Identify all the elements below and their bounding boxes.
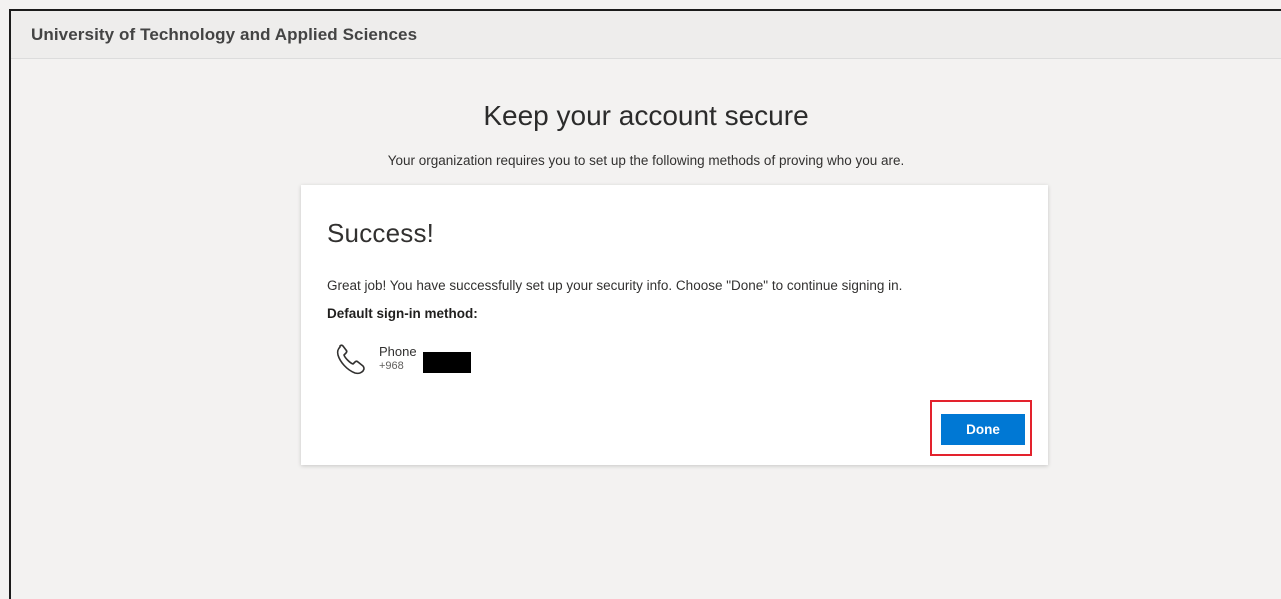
done-highlight-box: Done bbox=[930, 400, 1032, 456]
method-name: Phone bbox=[379, 344, 417, 359]
default-method-label: Default sign-in method: bbox=[327, 306, 478, 321]
organization-name: University of Technology and Applied Sci… bbox=[31, 24, 418, 44]
page-title: Keep your account secure bbox=[483, 100, 809, 131]
done-button[interactable]: Done bbox=[941, 414, 1025, 445]
success-card: Success! Great job! You have successfull… bbox=[301, 185, 1048, 465]
card-title: Success! bbox=[327, 218, 435, 248]
sign-in-method: Phone +968 bbox=[331, 340, 471, 380]
success-message: Great job! You have successfully set up … bbox=[327, 278, 903, 293]
redaction-block bbox=[423, 352, 471, 373]
page-subtitle: Your organization requires you to set up… bbox=[387, 153, 905, 168]
method-details: Phone +968 bbox=[379, 344, 471, 373]
top-bar: University of Technology and Applied Sci… bbox=[11, 11, 1281, 59]
browser-frame: University of Technology and Applied Sci… bbox=[9, 9, 1281, 599]
method-number: +968 bbox=[379, 360, 404, 372]
phone-icon bbox=[331, 340, 371, 380]
method-number-row: +968 bbox=[379, 352, 471, 373]
